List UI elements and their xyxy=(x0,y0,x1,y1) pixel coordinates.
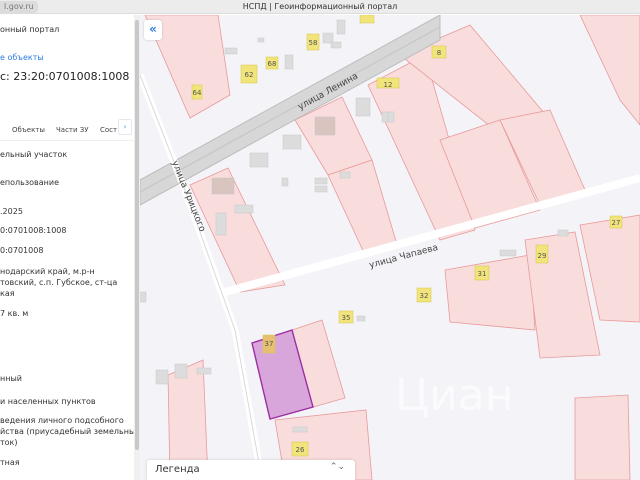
info-panel: онный портал е объекты с: 23:20:0701008:… xyxy=(0,15,134,480)
parcel[interactable] xyxy=(444,254,536,331)
field-ownership: тная xyxy=(0,458,20,467)
field-category: и населенных пунктов xyxy=(0,397,96,406)
browser-bar: l.gov.ru НСПД | Геоинформационный портал xyxy=(0,0,640,14)
house-number: 64 xyxy=(193,89,202,97)
field-date: .2025 xyxy=(0,207,23,216)
portal-title: онный портал xyxy=(0,25,60,34)
field-use-1: ведения личного подсобного xyxy=(0,416,124,425)
tabs-next-button[interactable]: › xyxy=(118,119,132,135)
scrollbar-thumb[interactable] xyxy=(135,20,139,450)
house-number: 62 xyxy=(245,71,254,79)
house-number: 12 xyxy=(384,81,393,89)
house-number: 37 xyxy=(265,340,274,348)
field-cadastral-number: 0:0701008:1008 xyxy=(0,226,67,235)
field-use-3: ток) xyxy=(0,438,18,447)
field-quarter: 0:0701008 xyxy=(0,246,44,255)
legend-title: Легенда xyxy=(155,464,200,475)
field-use-2: йства (приусадебный земельный xyxy=(0,427,134,436)
cadastral-title: с: 23:20:0701008:1008 xyxy=(0,70,130,83)
tab-parts[interactable]: Части ЗУ xyxy=(56,126,89,134)
house-number: 68 xyxy=(268,60,277,68)
legend-panel[interactable]: Легенда ⌃⌄ xyxy=(147,460,355,480)
map[interactable]: 64 62 68 58 12 8 27 29 31 32 35 37 26 ул… xyxy=(140,15,640,480)
field-address-3: кая xyxy=(0,289,15,298)
parcel[interactable] xyxy=(327,159,399,256)
collapse-panel-button[interactable]: « xyxy=(144,20,162,40)
field-status: нный xyxy=(0,374,22,383)
tabs: Объекты Части ЗУ Сост xyxy=(0,119,134,141)
field-area: 7 кв. м xyxy=(0,309,29,318)
parcel[interactable] xyxy=(579,15,640,126)
parcel[interactable] xyxy=(574,394,631,480)
objects-link[interactable]: е объекты xyxy=(0,53,44,62)
house-number: 32 xyxy=(420,292,429,300)
tab-composition[interactable]: Сост xyxy=(100,126,117,134)
field-kind: епользование xyxy=(0,178,59,187)
field-type: ельный участок xyxy=(0,150,68,159)
map-canvas[interactable]: 64 62 68 58 12 8 27 29 31 32 35 37 26 ул… xyxy=(140,15,640,480)
watermark-logo: Циан xyxy=(395,370,514,421)
house-number: 31 xyxy=(478,270,487,278)
house-number: 58 xyxy=(309,39,318,47)
tab-objects[interactable]: Объекты xyxy=(12,126,45,134)
chevron-updown-icon[interactable]: ⌃⌄ xyxy=(330,462,345,472)
house-number: 27 xyxy=(612,219,621,227)
house-number: 8 xyxy=(437,49,441,57)
field-address-1: нодарский край, м.р-н xyxy=(0,267,95,276)
window-title: НСПД | Геоинформационный портал xyxy=(242,2,398,11)
house-number: 35 xyxy=(342,314,351,322)
house-number: 26 xyxy=(296,446,305,454)
house-number: 29 xyxy=(538,252,547,260)
field-address-2: товский, с.п. Губское, ст-ца xyxy=(0,278,118,287)
